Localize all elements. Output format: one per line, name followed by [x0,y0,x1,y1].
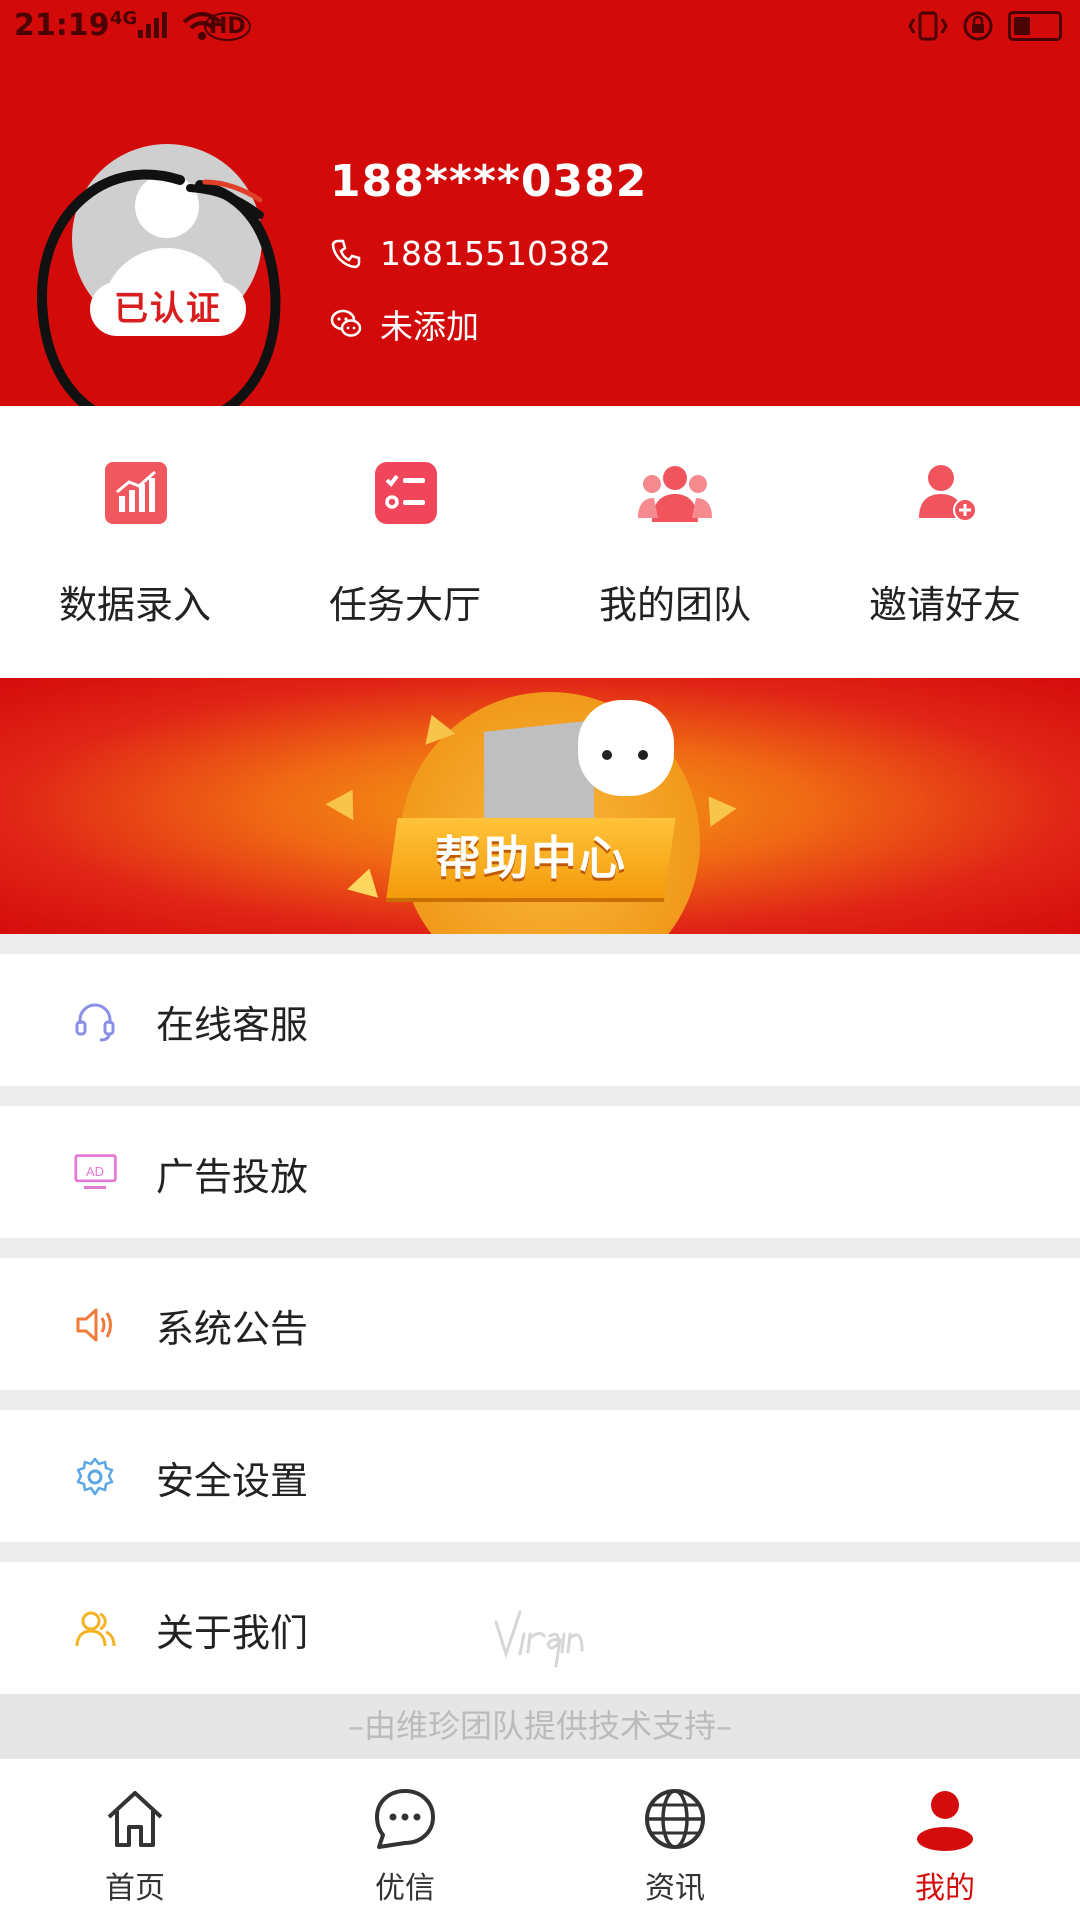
wechat-icon [330,309,362,337]
svg-text:AD: AD [86,1164,104,1179]
menu-label: 在线客服 [156,1003,309,1047]
phone-number: 18815510382 [380,234,611,273]
nav-messages[interactable]: 优信 [270,1759,540,1921]
nav-label: 优信 [375,1871,435,1906]
ad-icon: AD [74,1154,117,1189]
verified-badge: 已认证 [90,282,246,336]
person-icon [917,1791,973,1851]
action-label: 我的团队 [598,583,751,627]
lock-rotation-icon [963,11,993,41]
profile-header: 21:19 4G HD 已认证 188****0382 18815510382 … [0,0,1080,434]
menu-advertising[interactable]: AD 广告投放 [0,1106,1080,1238]
add-user-icon [919,465,977,522]
nav-label: 首页 [105,1871,165,1906]
gear-icon [76,1457,114,1496]
menu-label: 广告投放 [156,1155,309,1199]
battery-icon [1008,11,1062,41]
action-task-hall[interactable]: 任务大厅 [270,406,540,678]
chat-icon [375,1789,435,1849]
nav-mine[interactable]: 我的 [810,1759,1080,1921]
tech-support-note: –由维珍团队提供技术支持– [0,1694,1080,1758]
action-invite-friends[interactable]: 邀请好友 [810,406,1080,678]
hd-indicator: HD [204,12,251,41]
phone-row: 18815510382 [330,234,611,273]
signal-icon [138,12,167,38]
quick-actions: 数据录入 任务大厅 我的团队 邀请好友 [0,406,1080,678]
vibrate-icon [908,11,948,41]
nav-news[interactable]: 资讯 [540,1759,810,1921]
wechat-row[interactable]: 未添加 [330,300,479,348]
phone-icon [331,239,361,268]
action-label: 数据录入 [58,583,211,627]
user-name: 188****0382 [330,156,648,207]
action-label: 邀请好友 [868,583,1021,627]
wechat-status: 未添加 [380,307,479,346]
home-icon [107,1791,163,1847]
nav-home[interactable]: 首页 [0,1759,270,1921]
chart-icon [105,462,167,524]
action-my-team[interactable]: 我的团队 [540,406,810,678]
status-time: 21:19 [14,8,110,43]
menu-security-settings[interactable]: 安全设置 [0,1410,1080,1542]
avatar[interactable]: 已认证 [72,144,262,336]
menu-label: 关于我们 [156,1611,309,1655]
status-bar: 21:19 4G HD [0,0,1080,56]
action-data-entry[interactable]: 数据录入 [0,406,270,678]
speaker-icon [76,1308,112,1342]
menu-label: 系统公告 [156,1307,309,1351]
action-label: 任务大厅 [328,583,481,627]
menu-online-service[interactable]: 在线客服 [0,954,1080,1086]
headset-icon [75,1003,115,1042]
globe-icon [645,1789,705,1849]
mascot-image [578,700,674,796]
menu-announcements[interactable]: 系统公告 [0,1258,1080,1390]
nav-label: 我的 [915,1871,975,1906]
virgin-watermark [494,1610,584,1668]
task-list-icon [375,462,437,524]
menu-label: 安全设置 [156,1459,309,1503]
banner-title: 帮助中心 [435,831,627,885]
nav-label: 资讯 [645,1871,705,1906]
team-icon [638,466,712,522]
network-indicator: 4G [110,8,138,29]
bottom-nav: 首页 优信 资讯 我的 [0,1758,1080,1921]
users-icon [75,1611,116,1647]
help-center-banner[interactable]: 帮助中心 [0,678,1080,934]
